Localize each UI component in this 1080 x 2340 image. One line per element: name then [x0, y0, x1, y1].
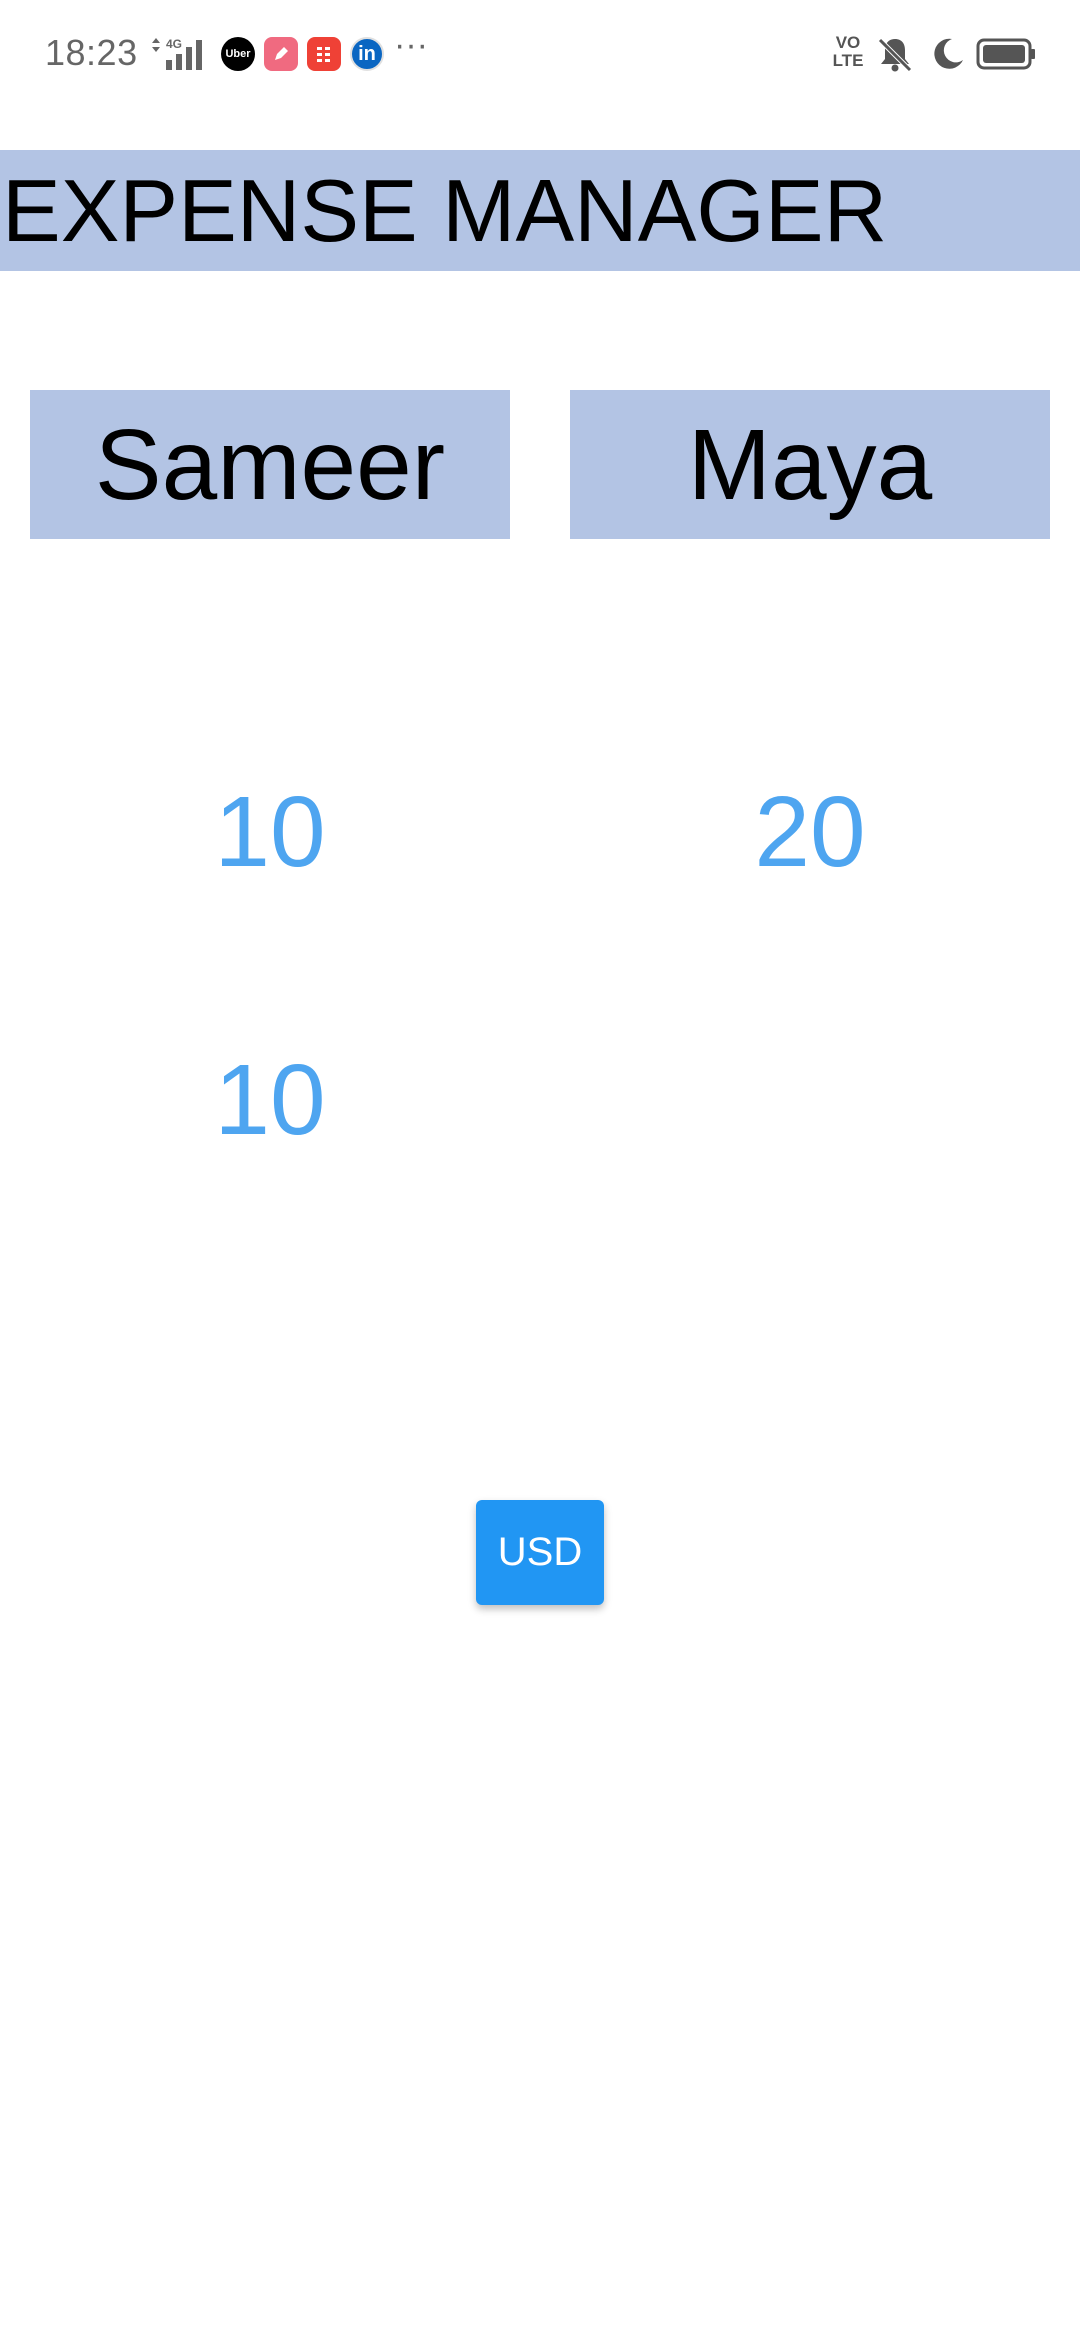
person-header-maya: Maya — [570, 390, 1050, 539]
more-icon: ··· — [394, 26, 428, 64]
status-bar: 18:23 4G Uber in ··· VO LTE — [0, 0, 1080, 108]
expense-value-maya-1[interactable]: 20 — [570, 777, 1050, 887]
person-name: Maya — [687, 408, 933, 521]
expense-value-sameer-2[interactable]: 10 — [30, 1045, 510, 1155]
currency-button[interactable]: USD — [476, 1500, 604, 1605]
volte-line1: VO — [835, 33, 861, 52]
expense-value-sameer-1[interactable]: 10 — [30, 777, 510, 887]
person-header-sameer: Sameer — [30, 390, 510, 539]
volte-line2: LTE — [832, 51, 864, 70]
mute-icon — [878, 38, 912, 72]
pen-app-icon — [264, 37, 298, 71]
linkedin-icon: in — [350, 37, 384, 71]
uber-icon: Uber — [221, 37, 255, 71]
volte-icon: VO LTE — [829, 34, 867, 70]
person-name: Sameer — [94, 408, 446, 521]
status-time: 18:23 — [45, 32, 138, 73]
signal-icon: 4G — [152, 37, 202, 70]
network-type: 4G — [166, 37, 182, 51]
calculator-app-icon — [307, 37, 341, 71]
battery-icon — [976, 38, 1035, 70]
page-title: EXPENSE MANAGER — [2, 161, 888, 260]
app-title-bar: EXPENSE MANAGER — [0, 150, 1080, 271]
moon-icon — [934, 38, 963, 69]
